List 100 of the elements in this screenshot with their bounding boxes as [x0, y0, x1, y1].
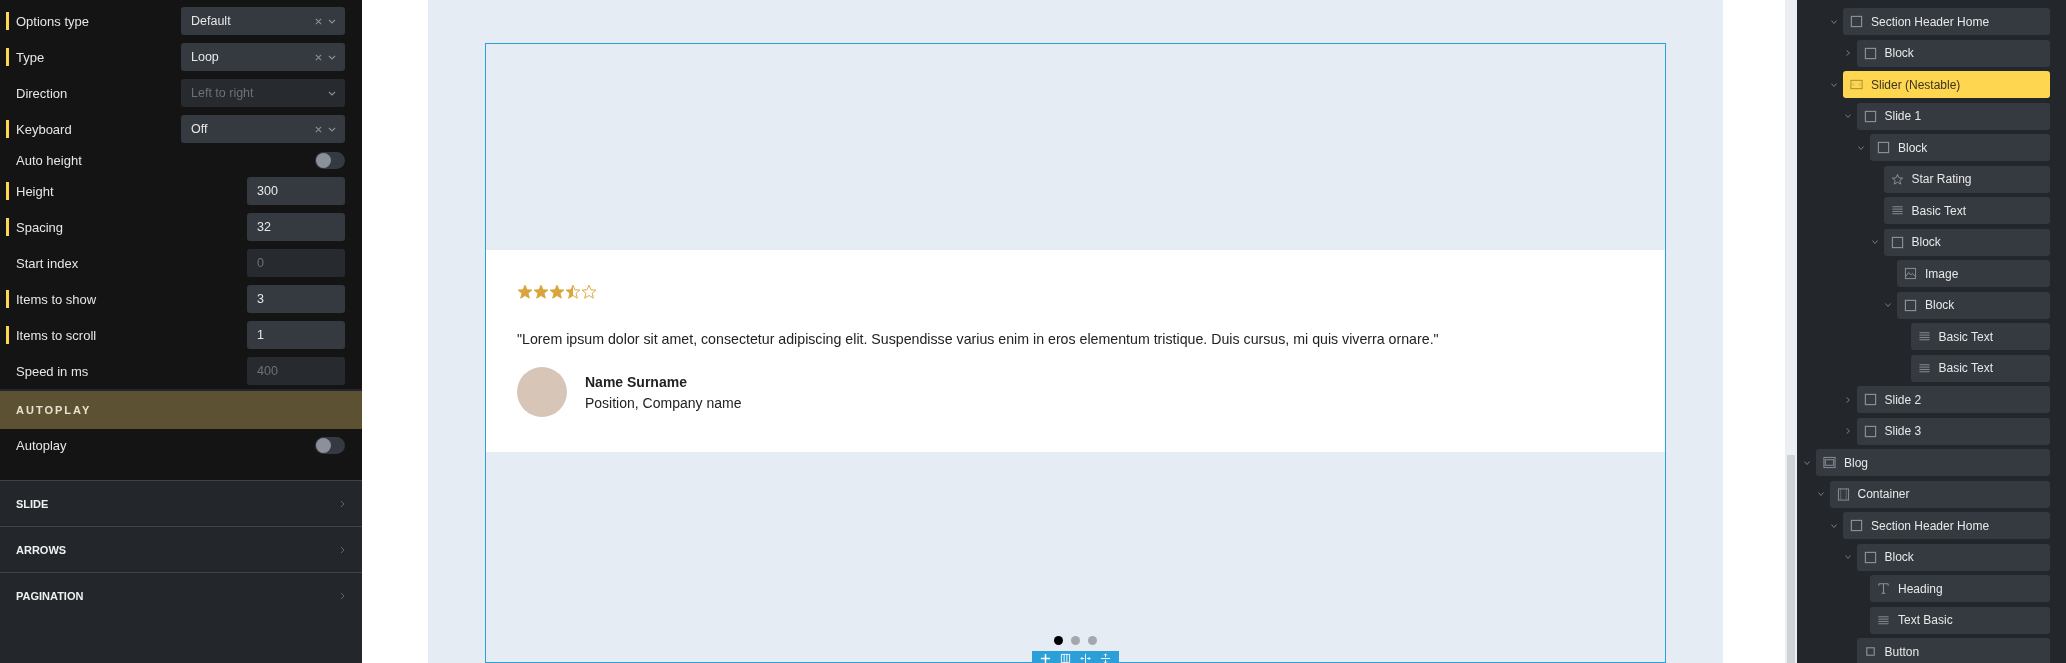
field-label: Autoplay	[16, 437, 68, 453]
clear-icon[interactable]	[315, 125, 322, 133]
heading-icon	[1877, 582, 1890, 595]
chevron-down-icon[interactable]	[1830, 521, 1838, 530]
layer-item[interactable]: Block	[1856, 543, 2050, 571]
slider-frame[interactable]: "Lorem ipsum dolor sit amet, consectetur adipiscing elit. Suspendisse varius enim in eros elementum tristique. Duis cursus, mi quis viverra ornare." Name Surname Position, Company name	[485, 43, 1666, 663]
toggle-switch[interactable]	[315, 436, 345, 454]
button-icon	[1863, 645, 1877, 658]
star-icon	[533, 284, 549, 300]
section-title[interactable]: SLIDE	[16, 497, 49, 510]
clear-icon[interactable]	[315, 53, 322, 61]
number-input[interactable]: 3	[247, 285, 345, 313]
field-label: Items to scroll	[16, 327, 98, 343]
block-icon	[1863, 550, 1877, 564]
person-name: Name Surname	[585, 373, 688, 390]
text-icon	[1917, 361, 1931, 375]
layer-item[interactable]: Image	[1897, 260, 2050, 287]
field-label: Options type	[16, 13, 90, 29]
text-icon	[1890, 204, 1904, 217]
layer-item[interactable]: Block	[1856, 39, 2050, 67]
layer-item[interactable]: Slider (Nestable)	[1843, 71, 2050, 98]
field-label: Keyboard	[16, 121, 73, 137]
chevron-right-icon[interactable]	[340, 591, 345, 600]
number-input[interactable]: 1	[247, 321, 345, 349]
layer-item[interactable]: Blog	[1816, 449, 2050, 476]
chevron-down-icon	[328, 54, 336, 60]
layer-item[interactable]: Block	[1870, 134, 2050, 161]
layer-item[interactable]: Block	[1897, 291, 2050, 319]
field-label: Type	[16, 49, 46, 65]
image-icon	[1904, 267, 1917, 280]
pagination-dot[interactable]	[1071, 636, 1080, 645]
field-label: Direction	[16, 85, 69, 101]
resize-horizontal-icon[interactable]	[1080, 653, 1091, 663]
select-field[interactable]: Off	[181, 115, 345, 143]
scrollbar[interactable]	[1785, 0, 1797, 663]
layer-item[interactable]: Block	[1883, 228, 2050, 256]
star-icon	[1890, 172, 1904, 186]
block-icon	[1863, 109, 1877, 123]
block-icon	[1890, 235, 1904, 249]
avatar-photo-placeholder	[517, 367, 567, 417]
layer-item[interactable]: Button	[1856, 638, 2050, 663]
chevron-down-icon	[328, 90, 336, 96]
layer-item[interactable]: Star Rating	[1883, 165, 2050, 193]
toggle-switch[interactable]	[315, 151, 345, 169]
chevron-down-icon[interactable]	[1803, 458, 1811, 467]
block-icon	[1863, 424, 1877, 438]
star-icon	[565, 284, 581, 300]
layer-item[interactable]: Section Header Home	[1843, 8, 2050, 35]
clear-icon[interactable]	[315, 17, 322, 25]
text-icon	[1877, 613, 1890, 627]
text-icon	[1917, 330, 1931, 343]
star-icon	[517, 284, 533, 300]
section-title[interactable]: PAGINATION	[16, 589, 84, 602]
slider-icon	[1850, 78, 1863, 91]
block-icon	[1904, 298, 1917, 312]
layer-item[interactable]: Container	[1829, 480, 2050, 508]
field-label: Speed in ms	[16, 363, 90, 379]
layer-item[interactable]: Text Basic	[1870, 606, 2050, 634]
field-label: Height	[16, 183, 55, 199]
layer-item[interactable]: Basic Text	[1883, 197, 2050, 224]
layer-item[interactable]: Basic Text	[1910, 323, 2050, 350]
resize-vertical-icon[interactable]	[1100, 653, 1111, 663]
chevron-right-icon[interactable]	[1843, 427, 1852, 435]
chevron-down-icon[interactable]	[1843, 553, 1852, 561]
layer-item[interactable]: Slide 1	[1856, 102, 2050, 130]
pagination-dot[interactable]	[1088, 636, 1097, 645]
layer-item[interactable]: Section Header Home	[1843, 512, 2050, 539]
chevron-right-icon[interactable]	[340, 545, 345, 554]
testimonial-quote: "Lorem ipsum dolor sit amet, consectetur adipiscing elit. Suspendisse varius enim in eros elementum tristique. Duis cursus, mi quis viverra ornare."	[517, 331, 1440, 347]
field-label: Start index	[16, 255, 80, 271]
section-icon	[1823, 456, 1836, 469]
container-icon	[1836, 487, 1850, 501]
layer-item[interactable]: Slide 2	[1856, 386, 2050, 413]
chevron-down-icon[interactable]	[1830, 80, 1838, 89]
chevron-down-icon[interactable]	[1843, 112, 1852, 120]
section-title[interactable]: ARROWS	[16, 543, 67, 556]
select-field[interactable]: Default	[181, 7, 345, 35]
chevron-down-icon[interactable]	[1884, 301, 1892, 309]
select-field[interactable]: Loop	[181, 43, 345, 71]
field-label: Auto height	[16, 152, 83, 168]
block-icon	[1863, 393, 1877, 406]
add-icon[interactable]	[1040, 653, 1051, 663]
chevron-right-icon[interactable]	[1843, 49, 1852, 57]
columns-icon[interactable]	[1060, 653, 1071, 663]
section-header: AUTOPLAY	[0, 391, 362, 429]
pagination-dot[interactable]	[1054, 636, 1063, 645]
layer-item[interactable]: Heading	[1870, 575, 2050, 602]
layer-item[interactable]: Basic Text	[1910, 354, 2050, 382]
layer-item[interactable]: Slide 3	[1856, 417, 2050, 445]
star-icon	[549, 284, 565, 300]
number-input[interactable]: 300	[247, 177, 345, 205]
number-input[interactable]: 32	[247, 213, 345, 241]
chevron-right-icon[interactable]	[340, 499, 345, 508]
field-label: Items to show	[16, 291, 98, 307]
chevron-down-icon[interactable]	[1857, 143, 1865, 152]
chevron-right-icon[interactable]	[1843, 395, 1852, 404]
chevron-down-icon[interactable]	[1830, 17, 1838, 26]
chevron-down-icon[interactable]	[1870, 238, 1879, 246]
block-icon	[1850, 519, 1863, 532]
chevron-down-icon[interactable]	[1816, 490, 1825, 498]
